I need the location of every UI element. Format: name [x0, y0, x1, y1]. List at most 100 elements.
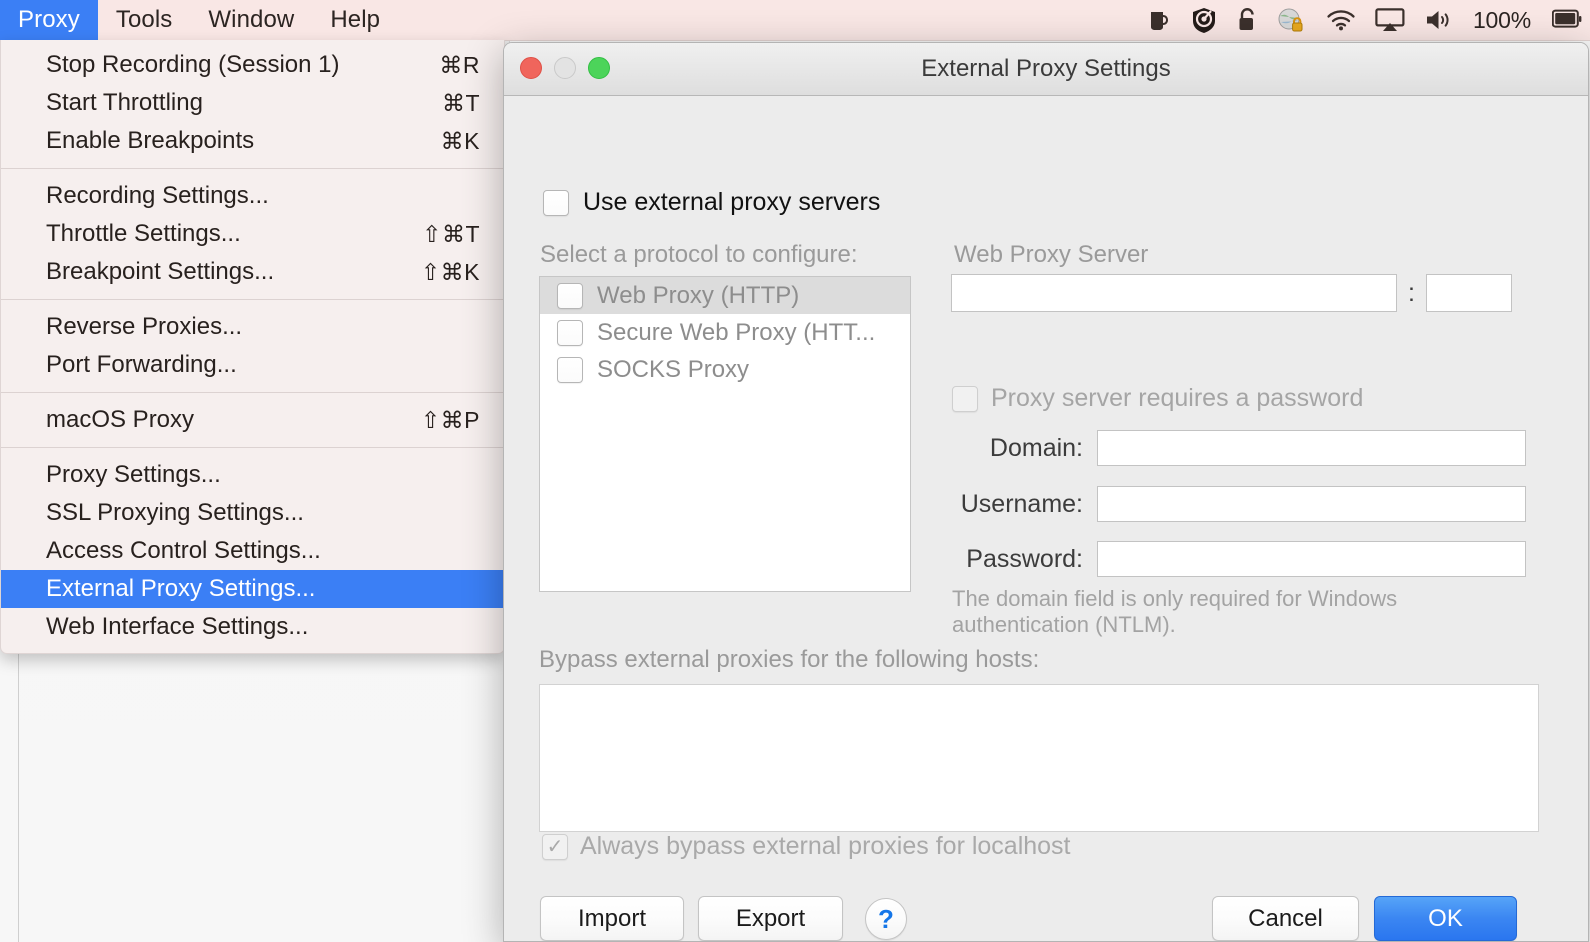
checkmark-icon: ✓ [546, 835, 564, 858]
volume-icon[interactable] [1424, 8, 1454, 32]
username-field[interactable] [1097, 486, 1526, 522]
proxy-dropdown-menu: Stop Recording (Session 1) ⌘R Start Thro… [0, 40, 505, 654]
protocol-list[interactable]: Web Proxy (HTTP) Secure Web Proxy (HTT..… [539, 276, 911, 592]
menu-separator [1, 447, 504, 448]
menu-separator [1, 299, 504, 300]
protocol-label: SOCKS Proxy [597, 355, 750, 383]
protocol-checkbox[interactable] [557, 282, 583, 309]
charles-proxy-jug-icon[interactable] [1146, 7, 1172, 33]
lock-icon[interactable] [1236, 7, 1258, 33]
menu-item-label: Port Forwarding... [46, 351, 237, 378]
menu-item-label: Recording Settings... [46, 182, 269, 209]
protocol-label: Secure Web Proxy (HTT... [597, 318, 876, 346]
menu-bar-status-items: 100% [1146, 0, 1590, 40]
select-protocol-label: Select a protocol to configure: [540, 241, 858, 268]
menu-item-start-throttling[interactable]: Start Throttling ⌘T [1, 84, 504, 122]
menu-item-label: Proxy Settings... [46, 461, 221, 488]
use-external-proxy-servers-row[interactable]: Use external proxy servers [543, 188, 880, 217]
globe-lock-icon[interactable] [1277, 7, 1307, 33]
external-proxy-settings-dialog: External Proxy Settings Use external pro… [503, 42, 1589, 942]
menu-item-label: SSL Proxying Settings... [46, 499, 304, 526]
cancel-button[interactable]: Cancel [1212, 896, 1359, 941]
use-external-proxy-servers-checkbox[interactable] [543, 189, 569, 216]
menu-item-shortcut: ⌘K [440, 127, 480, 154]
menu-item-macos-proxy[interactable]: macOS Proxy ⇧⌘P [1, 401, 504, 439]
menu-item-stop-recording[interactable]: Stop Recording (Session 1) ⌘R [1, 46, 504, 84]
dialog-title: External Proxy Settings [921, 55, 1171, 82]
proxy-host-input[interactable] [951, 274, 1397, 312]
menu-item-label: External Proxy Settings... [46, 575, 316, 602]
bypass-hosts-textarea[interactable] [539, 684, 1539, 832]
minimize-button[interactable] [554, 57, 576, 79]
proxy-requires-password-label: Proxy server requires a password [991, 384, 1364, 412]
menu-item-shortcut: ⇧⌘T [422, 220, 480, 247]
proxy-requires-password-checkbox[interactable] [952, 385, 978, 412]
bypass-hosts-label: Bypass external proxies for the followin… [539, 646, 1040, 673]
airplay-icon[interactable] [1375, 8, 1405, 32]
menu-item-ssl-proxying-settings[interactable]: SSL Proxying Settings... [1, 494, 504, 532]
menu-item-label: Enable Breakpoints [46, 127, 255, 154]
help-icon[interactable]: ? [865, 898, 907, 940]
always-bypass-localhost-checkbox[interactable]: ✓ [542, 833, 568, 860]
menu-item-throttle-settings[interactable]: Throttle Settings... ⇧⌘T [1, 215, 504, 253]
menu-bar-tools[interactable]: Tools [98, 0, 191, 40]
domain-row: Domain: [951, 430, 1588, 466]
password-label: Password: [966, 544, 1083, 573]
protocol-checkbox[interactable] [557, 356, 583, 383]
menu-item-port-forwarding[interactable]: Port Forwarding... [1, 346, 504, 384]
proxy-port-input[interactable] [1425, 274, 1512, 312]
proxy-requires-password-row[interactable]: Proxy server requires a password [952, 384, 1363, 413]
domain-label: Domain: [989, 433, 1083, 462]
dialog-button-bar: Import Export ? Cancel OK [504, 896, 1588, 941]
menu-item-label: Breakpoint Settings... [46, 258, 275, 285]
host-port-separator: : [1408, 278, 1415, 307]
menu-item-label: Start Throttling [46, 89, 203, 116]
menu-item-reverse-proxies[interactable]: Reverse Proxies... [1, 308, 504, 346]
menu-item-access-control-settings[interactable]: Access Control Settings... [1, 532, 504, 570]
menu-item-breakpoint-settings[interactable]: Breakpoint Settings... ⇧⌘K [1, 253, 504, 291]
close-button[interactable] [520, 57, 542, 79]
menu-separator [1, 392, 504, 393]
zoom-button[interactable] [588, 57, 610, 79]
always-bypass-localhost-row[interactable]: ✓ Always bypass external proxies for loc… [542, 832, 1071, 861]
protocol-list-item-web-proxy[interactable]: Web Proxy (HTTP) [540, 277, 910, 314]
password-row: Password: [951, 541, 1588, 577]
import-button[interactable]: Import [540, 896, 684, 941]
protocol-checkbox[interactable] [557, 319, 583, 346]
protocol-list-item-secure-web-proxy[interactable]: Secure Web Proxy (HTT... [540, 314, 910, 351]
menu-item-web-interface-settings[interactable]: Web Interface Settings... [1, 608, 504, 646]
menu-item-external-proxy-settings[interactable]: External Proxy Settings... [1, 570, 504, 608]
ntlm-note: The domain field is only required for Wi… [952, 586, 1398, 637]
menu-bar-items: Proxy Tools Window Help [0, 0, 398, 40]
protocol-label: Web Proxy (HTTP) [597, 281, 800, 309]
shield-target-icon[interactable] [1191, 7, 1217, 33]
macos-menu-bar: Proxy Tools Window Help 100% [0, 0, 1590, 41]
dialog-title-bar: External Proxy Settings [504, 43, 1588, 96]
menu-item-shortcut: ⇧⌘K [420, 258, 480, 285]
web-proxy-server-label: Web Proxy Server [954, 241, 1149, 268]
menu-item-shortcut: ⌘T [441, 89, 480, 116]
menu-item-label: Throttle Settings... [46, 220, 241, 247]
battery-icon[interactable] [1552, 9, 1582, 31]
ok-button[interactable]: OK [1374, 896, 1517, 941]
menu-item-label: macOS Proxy [46, 406, 195, 433]
menu-item-label: Stop Recording (Session 1) [46, 51, 340, 78]
always-bypass-localhost-label: Always bypass external proxies for local… [580, 832, 1071, 860]
window-traffic-lights [520, 57, 610, 79]
username-label: Username: [960, 489, 1083, 518]
wifi-icon[interactable] [1326, 8, 1356, 32]
export-button[interactable]: Export [698, 896, 843, 941]
menu-item-shortcut: ⇧⌘P [420, 406, 480, 433]
menu-bar-window[interactable]: Window [190, 0, 312, 40]
menu-bar-proxy[interactable]: Proxy [0, 0, 98, 40]
menu-item-recording-settings[interactable]: Recording Settings... [1, 177, 504, 215]
menu-item-label: Reverse Proxies... [46, 313, 243, 340]
menu-bar-help[interactable]: Help [312, 0, 398, 40]
password-field[interactable] [1097, 541, 1526, 577]
domain-field[interactable] [1097, 430, 1526, 466]
menu-item-proxy-settings[interactable]: Proxy Settings... [1, 456, 504, 494]
menu-item-label: Access Control Settings... [46, 537, 321, 564]
protocol-list-item-socks-proxy[interactable]: SOCKS Proxy [540, 351, 910, 388]
menu-item-enable-breakpoints[interactable]: Enable Breakpoints ⌘K [1, 122, 504, 160]
username-row: Username: [951, 486, 1588, 522]
